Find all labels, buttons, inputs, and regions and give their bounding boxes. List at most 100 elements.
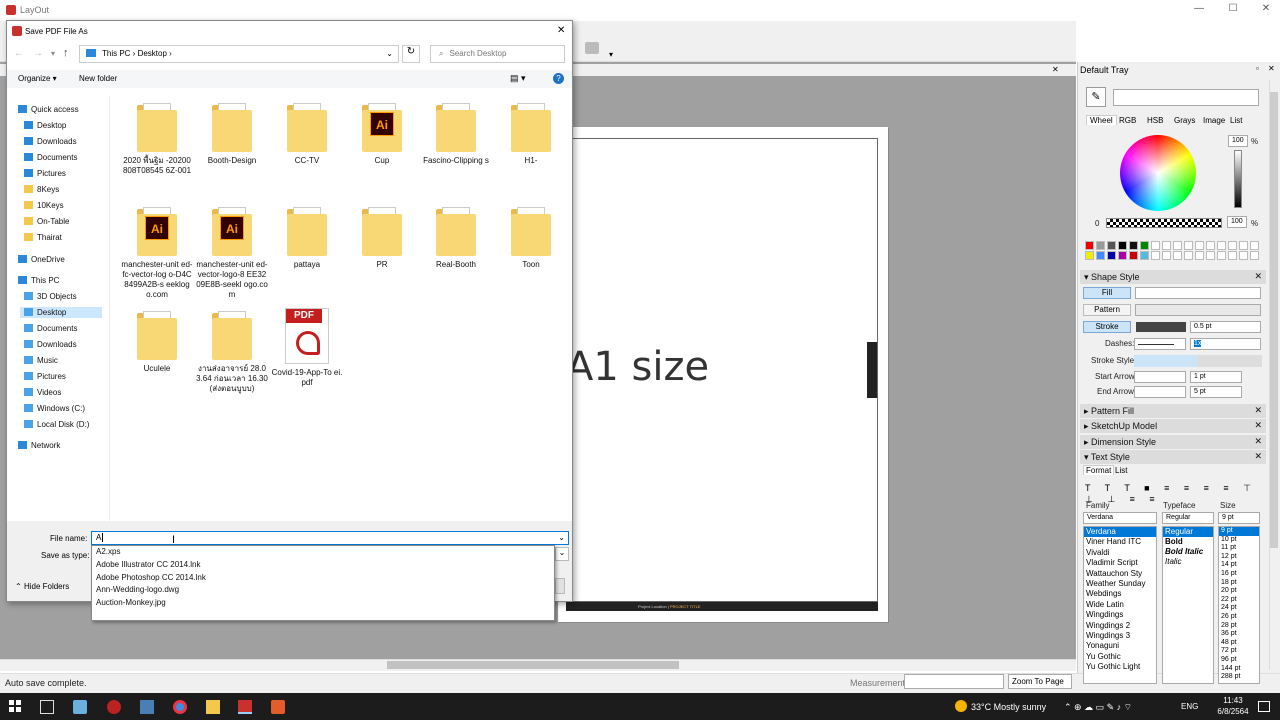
tray-pin-icon[interactable]: ▫ <box>1256 64 1259 73</box>
color-swatch-field[interactable] <box>1113 89 1259 106</box>
up-icon[interactable]: ↑ <box>63 47 69 59</box>
family-item[interactable]: Vladimir Script <box>1084 558 1156 568</box>
palette-swatch[interactable] <box>1162 251 1171 260</box>
stroke-style-buttons[interactable] <box>1134 355 1262 367</box>
palette-swatch[interactable] <box>1096 241 1105 250</box>
palette-swatch[interactable] <box>1118 241 1127 250</box>
palette-swatch[interactable] <box>1184 241 1193 250</box>
palette-swatch[interactable] <box>1228 251 1237 260</box>
typeface-item[interactable]: Regular <box>1163 527 1213 537</box>
nav-pc-1[interactable]: Desktop <box>20 307 102 318</box>
palette-swatch[interactable] <box>1162 241 1171 250</box>
family-item[interactable]: Yu Gothic Light <box>1084 662 1156 672</box>
horizontal-scroll-thumb[interactable] <box>387 661 679 669</box>
size-item[interactable]: 36 pt <box>1219 630 1259 639</box>
dashes-select[interactable] <box>1134 338 1186 350</box>
size-item[interactable]: 22 pt <box>1219 596 1259 605</box>
system-tray-icons[interactable]: ⌃ ⊕ ☁ ▭ ✎ ♪ ⌔ <box>1064 702 1132 713</box>
palette-swatch[interactable] <box>1173 251 1182 260</box>
nav-qa-4[interactable]: 8Keys <box>20 184 102 195</box>
app-icon-3[interactable] <box>271 700 285 714</box>
nav-quick-access[interactable]: Quick access <box>14 104 102 115</box>
nav-qa-6[interactable]: On-Table <box>20 216 102 227</box>
size-item[interactable]: 16 pt <box>1219 570 1259 579</box>
palette-swatch[interactable] <box>1151 251 1160 260</box>
tab-hsb[interactable]: HSB <box>1147 116 1163 125</box>
view-options-icon[interactable]: ▤ ▾ <box>510 73 526 84</box>
breadcrumb-this-pc[interactable]: This PC <box>102 49 130 58</box>
save-as-type-select[interactable]: ⌄ <box>555 547 569 561</box>
nav-onedrive[interactable]: OneDrive <box>14 254 102 265</box>
family-item[interactable]: Wingdings <box>1084 610 1156 620</box>
file-item[interactable]: Uculele <box>121 308 193 374</box>
autocomplete-item[interactable]: Auction-Monkey.jpg <box>96 598 166 607</box>
size-item[interactable]: 9 pt <box>1219 527 1259 536</box>
file-item[interactable]: Ai Cup <box>346 100 418 166</box>
stroke-color[interactable] <box>1136 322 1186 332</box>
palette-swatch[interactable] <box>1140 241 1149 250</box>
shape-style-header[interactable]: ▾ Shape Style ✕ <box>1080 270 1266 284</box>
close-icon[interactable]: ✕ <box>1259 3 1273 14</box>
palette-swatch[interactable] <box>1195 251 1204 260</box>
family-list[interactable]: Verdana Viner Hand ITC Vivaldi Vladimir Scr… <box>1083 526 1157 684</box>
family-item[interactable]: Vivaldi <box>1084 548 1156 558</box>
palette-swatch[interactable] <box>1206 251 1215 260</box>
file-item[interactable]: pattaya <box>271 204 343 270</box>
tray-scroll-thumb[interactable] <box>1270 92 1278 548</box>
opacity-value[interactable]: 100 <box>1227 216 1247 228</box>
palette-swatch[interactable] <box>1239 241 1248 250</box>
family-item[interactable]: Yu Gothic <box>1084 652 1156 662</box>
palette-swatch[interactable] <box>1140 251 1149 260</box>
end-arrow-size[interactable]: 5 pt <box>1190 386 1242 398</box>
app-icon-1[interactable] <box>73 700 87 714</box>
size-item[interactable]: 11 pt <box>1219 544 1259 553</box>
end-arrow-select[interactable] <box>1134 386 1186 398</box>
nav-qa-3[interactable]: Pictures <box>20 168 102 179</box>
family-item[interactable]: Wingdings 2 <box>1084 621 1156 631</box>
tab-wheel[interactable]: Wheel <box>1086 115 1117 125</box>
eyedropper-icon[interactable]: ✎ <box>1086 87 1106 107</box>
family-item[interactable]: Wingdings 3 <box>1084 631 1156 641</box>
address-bar[interactable]: This PC › Desktop › ⌄ <box>79 45 399 63</box>
back-icon[interactable]: ← <box>14 48 24 59</box>
brightness-value[interactable]: 100 <box>1228 135 1248 147</box>
save-button[interactable] <box>555 578 565 594</box>
pattern-button[interactable]: Pattern <box>1083 304 1131 316</box>
tab-image[interactable]: Image <box>1203 116 1225 125</box>
dimension-style-header[interactable]: ▸ Dimension Style ✕ <box>1080 435 1266 449</box>
tray-close-icon[interactable]: ✕ <box>1268 64 1275 73</box>
size-item[interactable]: 12 pt <box>1219 553 1259 562</box>
file-item[interactable]: PR <box>346 204 418 270</box>
help-icon[interactable]: ? <box>553 73 564 84</box>
palette-swatch[interactable] <box>1118 251 1127 260</box>
toolbar-dropdown-icon[interactable]: ▾ <box>609 50 613 59</box>
autocomplete-item[interactable]: Ann-Wedding-logo.dwg <box>96 585 179 594</box>
text-format-buttons[interactable]: T T T ■ ≡ ≡ ≡ ≡ ⊤ ⊥ ⊥ ≡ ≡ <box>1085 483 1263 504</box>
file-name-dropdown-icon[interactable]: ⌄ <box>558 533 565 542</box>
autocomplete-item[interactable]: A2.xps <box>96 547 120 556</box>
palette-swatch[interactable] <box>1206 241 1215 250</box>
opacity-slider[interactable] <box>1106 218 1222 228</box>
family-input[interactable]: Verdana <box>1083 512 1157 524</box>
size-item[interactable]: 96 pt <box>1219 656 1259 665</box>
family-item[interactable]: Webdings <box>1084 589 1156 599</box>
measurements-input[interactable] <box>904 674 1004 689</box>
nav-qa-5[interactable]: 10Keys <box>20 200 102 211</box>
palette-swatch[interactable] <box>1129 241 1138 250</box>
nav-pc-8[interactable]: Local Disk (D:) <box>20 419 102 430</box>
file-item[interactable]: Ai manchester-unit ed-fc-vector-log o-D4C… <box>121 204 193 300</box>
nav-qa-2[interactable]: Documents <box>20 152 102 163</box>
windows-start-icon[interactable] <box>9 700 21 712</box>
app-icon-2[interactable] <box>107 700 121 714</box>
start-arrow-select[interactable] <box>1134 371 1186 383</box>
nav-pc-4[interactable]: Music <box>20 355 102 366</box>
family-item[interactable]: Verdana <box>1084 527 1156 538</box>
autocomplete-item[interactable]: Adobe Photoshop CC 2014.lnk <box>96 573 206 582</box>
size-item[interactable]: 288 pt <box>1219 673 1259 682</box>
nav-network[interactable]: Network <box>14 440 102 451</box>
nav-pc-0[interactable]: 3D Objects <box>20 291 102 302</box>
address-dropdown-icon[interactable]: ⌄ <box>386 49 393 58</box>
refresh-icon[interactable]: ↻ <box>402 45 420 63</box>
palette-swatch[interactable] <box>1107 241 1116 250</box>
file-item[interactable]: PDF Covid-19-App-To ei.pdf <box>271 308 343 388</box>
